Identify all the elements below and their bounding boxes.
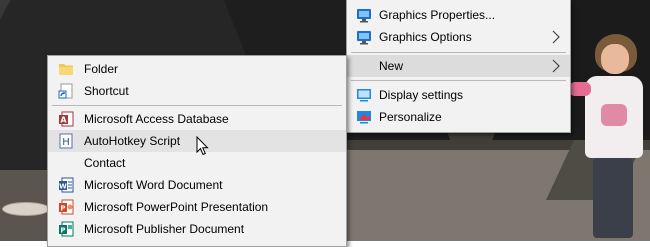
svg-text:W: W [59,183,67,191]
menu-item-label: New [379,59,404,73]
menu-separator [52,105,342,106]
menu-item-graphics-properties[interactable]: Graphics Properties... [347,4,570,26]
folder-icon [59,64,73,75]
submenu-item-publisher-document[interactable]: P Microsoft Publisher Document [48,218,346,240]
intel-graphics-icon [357,9,371,23]
display-settings-icon [357,89,371,102]
contact-icon [58,155,74,171]
menu-item-label: Personalize [379,110,442,124]
menu-item-label: Display settings [379,88,464,102]
submenu-item-label: Microsoft Publisher Document [84,222,245,236]
submenu-item-label: AutoHotkey Script [84,134,181,148]
svg-text:P: P [60,205,65,213]
submenu-item-access-database[interactable]: A Microsoft Access Database [48,108,346,130]
svg-text:A: A [60,116,67,125]
desktop-context-menu: Graphics Properties... Graphics Options … [346,0,571,133]
submenu-item-folder[interactable]: Folder [48,58,346,80]
submenu-item-label: Folder [84,62,119,76]
mouse-cursor-icon [196,136,209,156]
chevron-right-icon [552,30,560,44]
chevron-right-icon [552,59,560,73]
word-icon: W [59,177,74,193]
submenu-item-label: Microsoft Access Database [84,112,229,126]
menu-item-label: Graphics Properties... [379,8,496,22]
access-icon: A [59,111,74,127]
submenu-item-powerpoint-presentation[interactable]: P Microsoft PowerPoint Presentation [48,196,346,218]
submenu-item-label: Shortcut [84,84,129,98]
menu-item-label: Graphics Options [379,30,472,44]
menu-separator [351,52,566,53]
wallpaper-child-figure [569,34,650,241]
shortcut-icon [58,83,73,99]
powerpoint-icon: P [59,199,74,215]
svg-text:P: P [60,227,65,235]
menu-item-new[interactable]: New [347,55,570,77]
menu-item-display-settings[interactable]: Display settings [347,84,570,106]
menu-item-personalize[interactable]: Personalize [347,106,570,128]
submenu-item-shortcut[interactable]: Shortcut [48,80,346,102]
submenu-item-label: Contact [84,156,126,170]
submenu-item-word-document[interactable]: W Microsoft Word Document [48,174,346,196]
wallpaper-disc [2,202,50,216]
publisher-icon: P [59,221,74,237]
personalize-icon [357,111,371,124]
submenu-item-label: Microsoft PowerPoint Presentation [84,200,269,214]
submenu-item-label: Microsoft Word Document [84,178,223,192]
intel-graphics-icon [357,31,371,45]
svg-text:H: H [62,137,70,148]
menu-separator [351,80,566,81]
menu-item-graphics-options[interactable]: Graphics Options [347,26,570,48]
autohotkey-icon: H [59,133,73,149]
